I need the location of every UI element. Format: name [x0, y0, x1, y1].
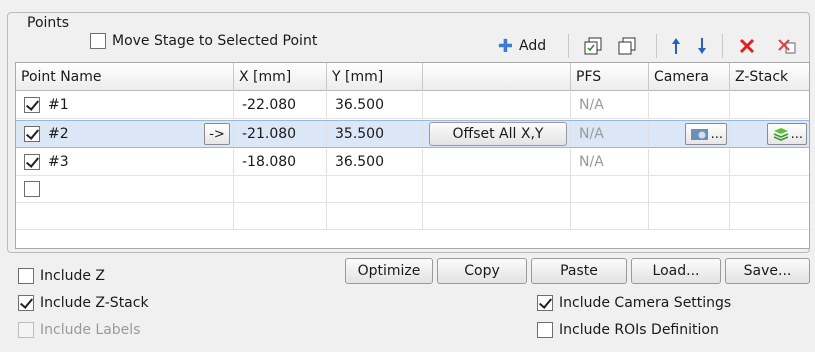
row-checkbox[interactable]	[24, 154, 40, 170]
load-button[interactable]: Load...	[631, 258, 721, 284]
zstack-cell	[730, 92, 811, 118]
point-name[interactable]: #2	[48, 121, 69, 147]
col-pfs[interactable]: PFS	[571, 63, 649, 91]
move-stage-checkbox-row[interactable]: Move Stage to Selected Point	[90, 33, 317, 49]
table-row[interactable]: #1 -22.080 36.500 N/A	[16, 92, 809, 119]
point-name-cell: #3	[16, 149, 234, 175]
col-x[interactable]: X [mm]	[234, 63, 327, 91]
move-up-button[interactable]	[666, 34, 686, 58]
optimize-button[interactable]: Optimize	[345, 258, 433, 284]
camera-cell	[649, 149, 730, 175]
copy-button[interactable]: Copy	[437, 258, 527, 284]
pfs-cell	[571, 176, 649, 202]
include-z-checkbox[interactable]	[18, 268, 34, 284]
toolbar-separator	[568, 34, 569, 58]
table-row[interactable]: #3 -18.080 36.500 N/A	[16, 149, 809, 176]
points-table: Point Name X [mm] Y [mm] PFS Camera Z-St…	[15, 62, 810, 249]
col-zstack[interactable]: Z-Stack	[730, 63, 811, 91]
col-y[interactable]: Y [mm]	[327, 63, 423, 91]
move-stage-label: Move Stage to Selected Point	[112, 33, 318, 49]
move-down-button[interactable]	[692, 34, 712, 58]
x-cell[interactable]: -21.080	[234, 121, 327, 147]
include-labels-option: Include Labels	[18, 322, 140, 338]
y-cell[interactable]: 36.500	[327, 149, 423, 175]
point-name-cell	[16, 176, 234, 202]
row-checkbox[interactable]	[24, 97, 40, 113]
toolbar-separator	[656, 34, 657, 58]
zstack-cell	[730, 149, 811, 175]
zstack-layers-icon	[773, 128, 788, 141]
y-cell[interactable]	[327, 176, 423, 202]
move-stage-checkbox[interactable]	[90, 33, 106, 49]
include-camera-checkbox[interactable]	[537, 295, 553, 311]
copy-stack-icon	[584, 37, 602, 55]
row-checkbox[interactable]	[24, 126, 40, 142]
table-row-new[interactable]	[16, 176, 809, 203]
x-cell[interactable]: -22.080	[234, 92, 327, 118]
camera-gear-icon	[690, 129, 708, 140]
include-zstack-option[interactable]: Include Z-Stack	[18, 295, 149, 311]
include-camera-option[interactable]: Include Camera Settings	[537, 295, 731, 311]
offset-all-xy-button[interactable]: Offset All X,Y	[429, 122, 567, 146]
table-row-blank	[16, 203, 809, 230]
include-rois-checkbox[interactable]	[537, 322, 553, 338]
row-checkbox[interactable]	[24, 181, 40, 197]
point-name[interactable]: #1	[48, 92, 69, 118]
include-rois-option[interactable]: Include ROIs Definition	[537, 322, 719, 338]
col-point-name[interactable]: Point Name	[16, 63, 234, 91]
col-offset	[423, 63, 571, 91]
zstack-cell	[730, 176, 811, 202]
point-name-cell: #1	[16, 92, 234, 118]
include-zstack-checkbox[interactable]	[18, 295, 34, 311]
include-z-option[interactable]: Include Z	[18, 268, 105, 284]
y-cell[interactable]: 36.500	[327, 92, 423, 118]
point-name-cell: #2	[16, 121, 234, 147]
table-header: Point Name X [mm] Y [mm] PFS Camera Z-St…	[16, 63, 809, 91]
x-cell[interactable]: -18.080	[234, 149, 327, 175]
offset-cell	[423, 176, 571, 202]
paste-button[interactable]: Paste	[531, 258, 627, 284]
include-labels-label: Include Labels	[40, 322, 141, 338]
include-z-label: Include Z	[40, 268, 106, 284]
include-camera-label: Include Camera Settings	[559, 295, 732, 311]
plus-icon: ✚	[497, 35, 513, 57]
camera-settings-button[interactable]: ...	[685, 123, 727, 145]
add-point-button[interactable]: ✚ Add	[490, 34, 554, 58]
x-cell[interactable]	[234, 176, 327, 202]
offset-cell	[423, 92, 571, 118]
pfs-cell: N/A	[571, 121, 649, 147]
col-camera[interactable]: Camera	[649, 63, 730, 91]
y-cell[interactable]: 35.500	[327, 121, 423, 147]
include-zstack-label: Include Z-Stack	[40, 295, 149, 311]
include-rois-label: Include ROIs Definition	[559, 322, 719, 338]
points-group-title: Points	[24, 15, 73, 31]
delete-x-icon	[739, 38, 755, 54]
include-labels-checkbox	[18, 322, 34, 338]
camera-cell	[649, 176, 730, 202]
copy-button-toolbar[interactable]	[614, 34, 640, 58]
table-row-selected[interactable]: #2 -> -21.080 35.500 Offset All X,Y N/A …	[16, 120, 809, 148]
camera-cell	[649, 92, 730, 118]
duplicate-button[interactable]	[580, 34, 606, 58]
add-label: Add	[518, 38, 547, 54]
zstack-settings-button[interactable]: ...	[767, 123, 807, 145]
point-name[interactable]: #3	[48, 149, 69, 175]
offset-cell	[423, 149, 571, 175]
pfs-cell: N/A	[571, 149, 649, 175]
copy-icon	[618, 37, 636, 55]
pfs-cell: N/A	[571, 92, 649, 118]
save-button[interactable]: Save...	[725, 258, 810, 284]
delete-all-button[interactable]	[774, 34, 800, 58]
toolbar-separator	[722, 34, 723, 58]
delete-button[interactable]	[734, 34, 760, 58]
delete-all-icon	[778, 39, 796, 54]
arrow-down-icon	[698, 38, 706, 54]
goto-point-button[interactable]: ->	[204, 123, 230, 145]
arrow-up-icon	[672, 38, 680, 54]
